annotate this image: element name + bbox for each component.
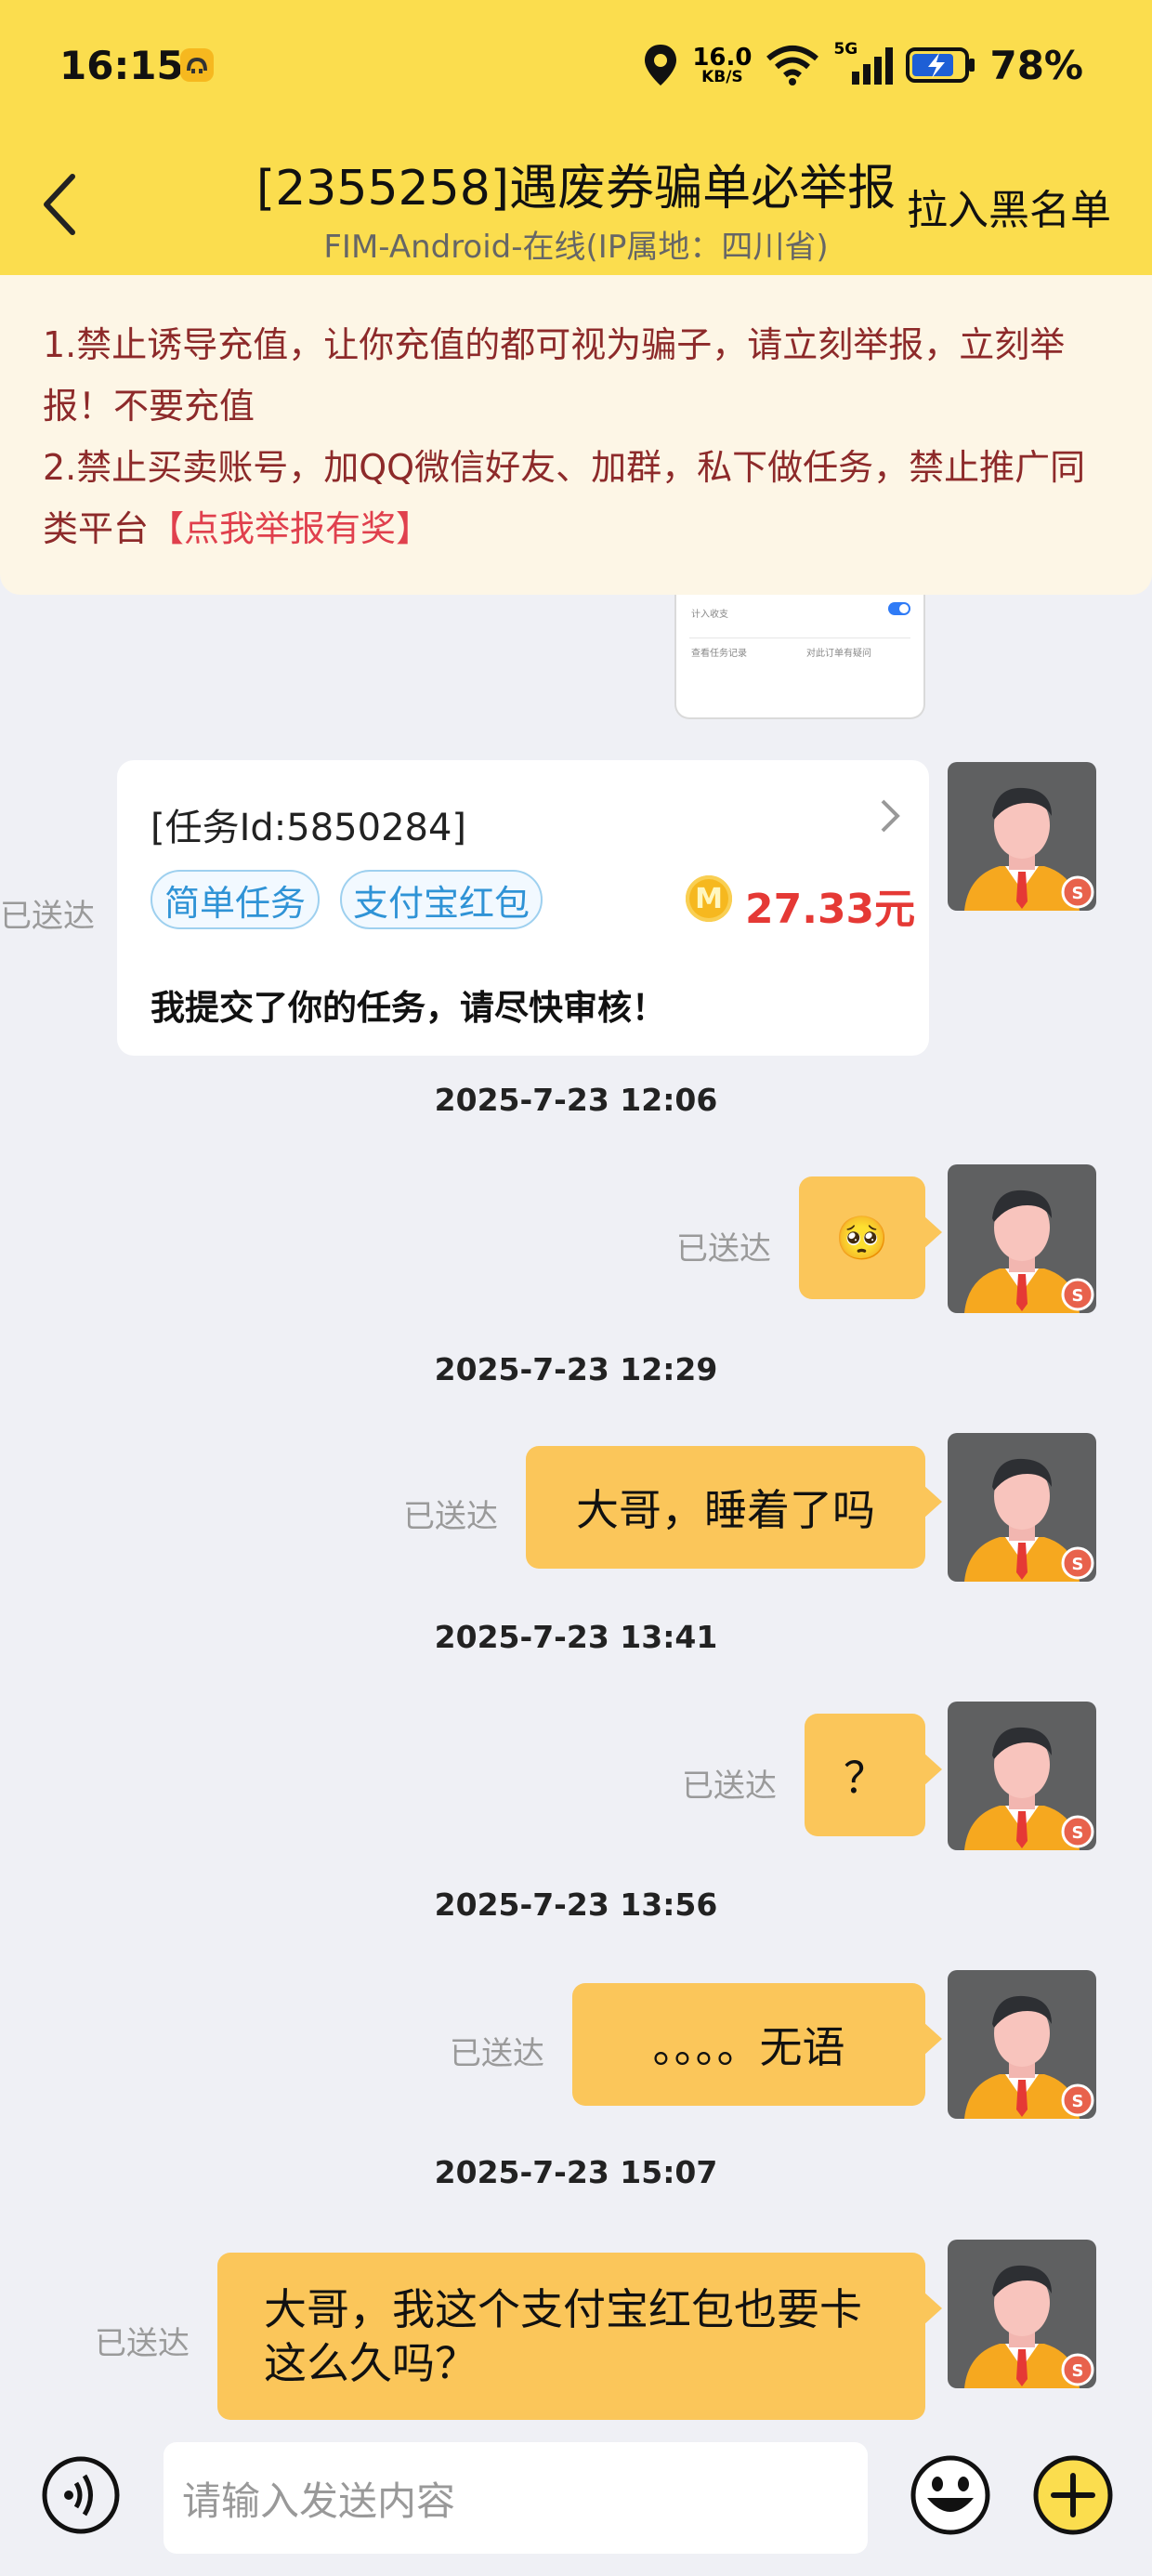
location-icon xyxy=(645,45,677,85)
user-avatar[interactable] xyxy=(948,2240,1096,2388)
tag-simple-task: 简单任务 xyxy=(151,870,320,929)
emoji-message: 🥺 xyxy=(835,1212,889,1263)
message-status: 已送达 xyxy=(0,898,95,935)
message-status: 已送达 xyxy=(682,1768,777,1805)
user-avatar[interactable] xyxy=(948,762,1096,911)
chat-title: [2355258]遇废券骗单必举报 xyxy=(255,161,897,217)
message-bubble[interactable]: ？ xyxy=(805,1714,942,1836)
snapshot-row: 计入收支 xyxy=(691,610,728,620)
user-avatar[interactable] xyxy=(948,1433,1096,1582)
timestamp: 2025-7-23 12:06 xyxy=(434,1082,718,1118)
message-bubble[interactable]: 。。。。无语 xyxy=(572,1983,942,2106)
coin-icon: M xyxy=(686,875,732,922)
task-amount: 27.33元 xyxy=(745,886,916,933)
emoji-icon[interactable] xyxy=(909,2453,992,2537)
plus-icon[interactable] xyxy=(1031,2453,1115,2537)
voice-icon[interactable] xyxy=(41,2455,121,2535)
message-bubble[interactable]: 大哥，我这个支付宝红包也要卡这么久吗？ xyxy=(217,2253,942,2420)
signal-icon: 5G xyxy=(833,40,894,86)
status-icons: 16.0 KB/S 5G 78% xyxy=(642,37,1083,93)
report-link[interactable]: 【点我举报有奖】 xyxy=(149,508,431,549)
message-text: ？ xyxy=(844,1753,886,1803)
status-time: 16:15 xyxy=(59,43,184,88)
notice-line-1: 1.禁止诱导充值，让你充值的都可视为骗子，请立刻举报，立刻举报！不要充值 xyxy=(43,324,1066,427)
timestamp: 2025-7-23 15:07 xyxy=(434,2154,718,2190)
notice-line-2: 2.禁止买卖账号，加QQ微信好友、加群，私下做任务，禁止推广同类平台【点我举报有… xyxy=(43,447,1086,549)
chevron-right-icon[interactable] xyxy=(879,797,901,835)
toggle-icon xyxy=(888,602,910,615)
back-arrow-icon[interactable] xyxy=(32,167,87,242)
message-bubble[interactable]: 大哥，睡着了吗 xyxy=(526,1446,942,1569)
chat-subtitle: FIM-Android-在线(IP属地：四川省) xyxy=(323,229,829,266)
message-status: 已送达 xyxy=(403,1498,498,1535)
message-status: 已送达 xyxy=(450,2035,544,2072)
message-status: 已送达 xyxy=(676,1230,771,1268)
message-status: 已送达 xyxy=(95,2325,190,2362)
timestamp: 2025-7-23 12:29 xyxy=(434,1351,718,1387)
snapshot-link: 对此订单有疑问 xyxy=(806,649,871,659)
message-text: 。。。。无语 xyxy=(652,2022,845,2072)
app-notification-icon xyxy=(180,48,214,82)
battery-icon xyxy=(906,47,975,83)
timestamp: 2025-7-23 13:56 xyxy=(434,1886,718,1923)
wifi-icon xyxy=(766,46,819,85)
tag-alipay-redpacket: 支付宝红包 xyxy=(340,870,543,929)
message-text: 大哥，睡着了吗 xyxy=(576,1485,875,1535)
blacklist-button[interactable]: 拉入黑名单 xyxy=(907,177,1111,236)
user-avatar[interactable] xyxy=(948,1164,1096,1313)
task-card-message: 我提交了你的任务，请尽快审核！ xyxy=(151,988,666,1028)
message-bubble[interactable]: 🥺 xyxy=(799,1176,942,1299)
user-avatar[interactable] xyxy=(948,1702,1096,1850)
task-card[interactable]: [任务Id:5850284] 简单任务 支付宝红包 M 27.33元 我提交了你… xyxy=(117,760,929,1056)
net-speed: 16.0 KB/S xyxy=(692,43,753,86)
snapshot-link: 查看任务记录 xyxy=(691,649,747,659)
message-text: 大哥，我这个支付宝红包也要卡这么久吗？ xyxy=(264,2284,862,2388)
user-avatar[interactable] xyxy=(948,1970,1096,2119)
image-message-fragment[interactable]: 计入收支 查看任务记录 对此订单有疑问 xyxy=(674,595,925,719)
notice-banner: 1.禁止诱导充值，让你充值的都可视为骗子，请立刻举报，立刻举报！不要充值 2.禁… xyxy=(0,275,1152,595)
message-input[interactable]: 请输入发送内容 xyxy=(164,2442,868,2554)
timestamp: 2025-7-23 13:41 xyxy=(434,1619,718,1655)
task-id: [任务Id:5850284] xyxy=(151,807,467,849)
